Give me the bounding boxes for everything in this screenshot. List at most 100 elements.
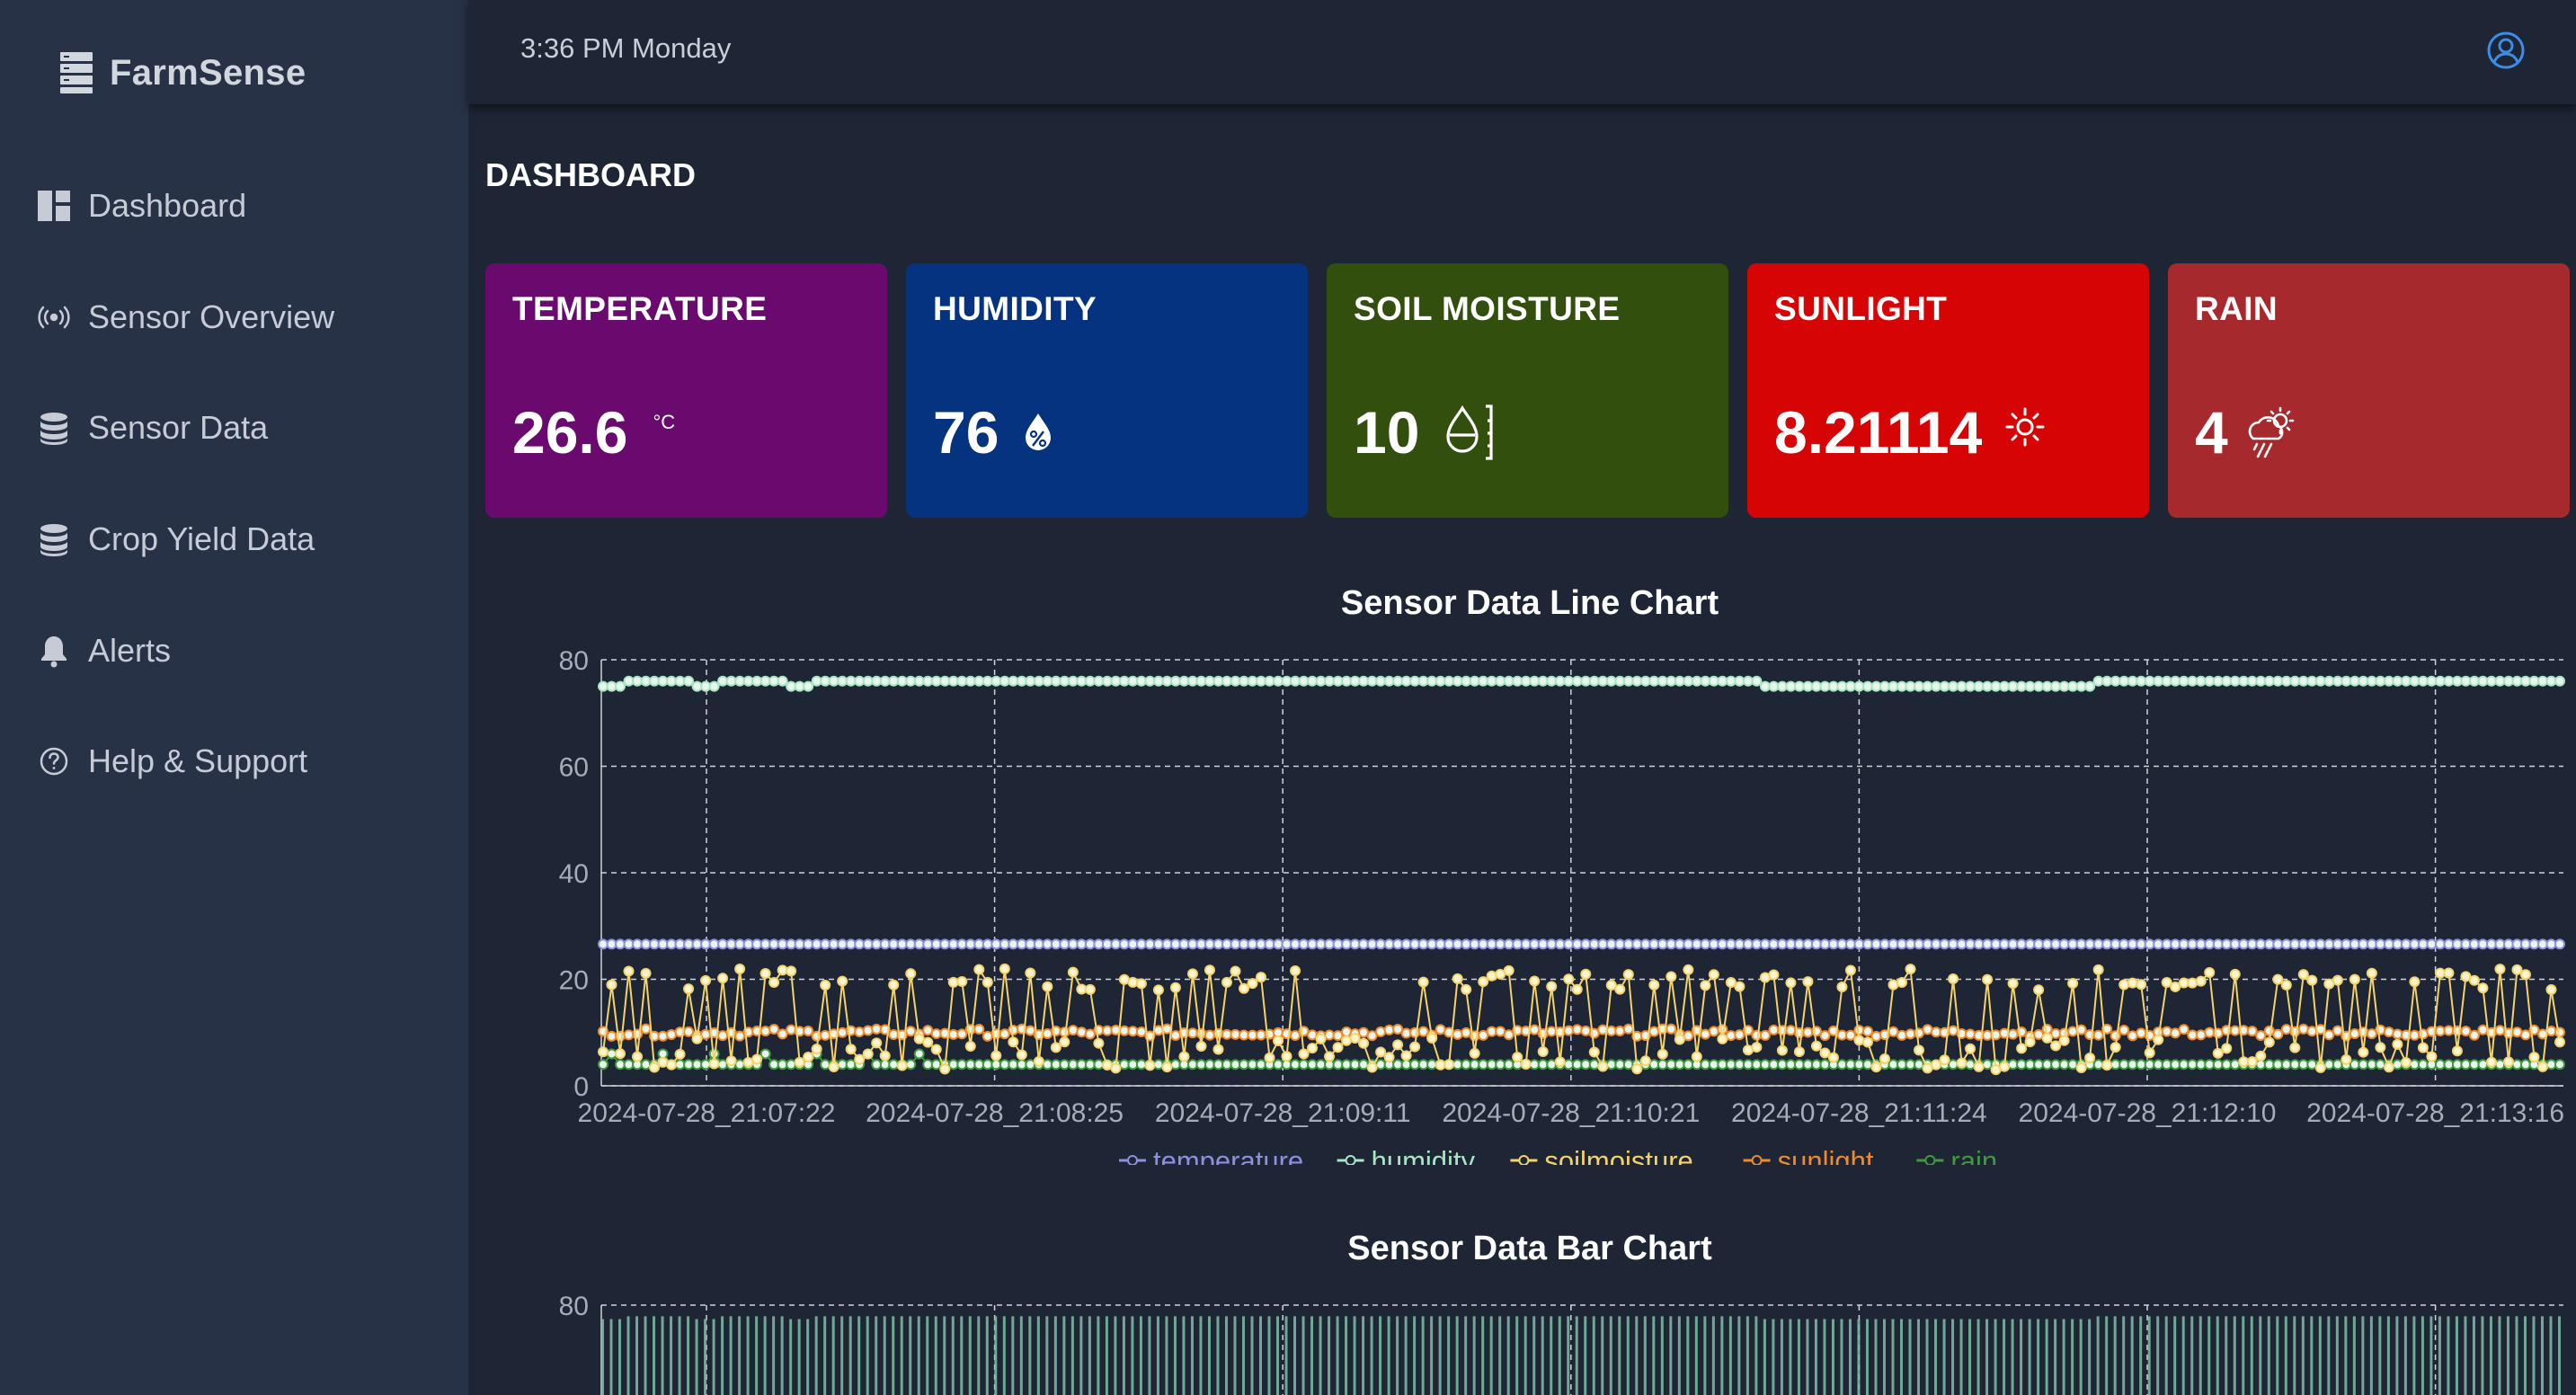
data-point [2314,1062,2326,1073]
data-point [1512,1059,1523,1071]
data-point [1127,1059,1139,1071]
data-point [2502,675,2514,687]
sidebar-item-alerts[interactable]: Alerts [34,624,448,678]
data-point [1409,1026,1421,1038]
data-point [2161,976,2172,988]
data-point [2255,938,2267,950]
data-point [1298,675,1310,687]
data-point [606,1048,617,1060]
data-point [1956,1059,1968,1071]
data-point [2084,1053,2096,1064]
data-point [999,1028,1010,1040]
data-point [1708,1026,1719,1037]
database-icon [34,520,74,559]
data-point [2323,1029,2335,1041]
data-point [2212,1047,2224,1059]
data-point [2383,1059,2394,1071]
bar [1584,1316,1587,1395]
data-point [1495,675,1506,687]
card-title: SUNLIGHT [1774,290,1948,327]
data-point [1939,1059,1950,1071]
data-point [1905,938,1916,950]
data-point [982,675,993,687]
sidebar-item-crop-yield-data[interactable]: Crop Yield Data [34,512,448,566]
bar [1070,1316,1074,1395]
data-point [649,1059,661,1071]
data-point [2494,938,2506,950]
data-point [2041,938,2053,950]
data-point [922,1025,934,1036]
data-point [751,1026,763,1037]
data-point [1264,675,1275,687]
data-point [691,680,703,692]
data-point [1221,675,1232,687]
data-point [1392,1059,1404,1071]
data-point [1366,675,1378,687]
data-point [598,1026,608,1037]
data-point [2084,938,2096,950]
data-point [1178,1051,1190,1062]
legend-label: sunlight [1778,1145,1874,1177]
data-point [1059,675,1070,687]
data-point [657,675,669,687]
data-point [786,680,797,692]
bar [2455,1316,2458,1395]
data-point [2101,1060,2113,1071]
data-point [2400,675,2412,687]
data-point [1734,938,1745,950]
data-point [1588,675,1600,687]
bar [1891,1319,1895,1395]
data-point [640,938,652,950]
x-tick-label: 2024-07-28_21:10:21 [1442,1098,1700,1128]
data-point [1896,680,1907,692]
data-point [1597,938,1609,950]
data-point [1734,1029,1745,1041]
bar [772,1316,776,1395]
data-point [2058,680,2070,692]
data-point [2554,675,2565,687]
data-point [1956,938,1968,950]
data-point [2272,675,2284,687]
data-point [1008,938,1019,950]
bar [1677,1316,1681,1395]
sidebar-item-sensor-data[interactable]: Sensor Data [34,401,448,455]
data-point [828,1028,839,1040]
bar [2242,1316,2245,1395]
data-point [2119,979,2130,991]
data-point [683,1059,695,1071]
data-point [1853,1025,1865,1036]
data-point [939,1059,951,1071]
data-point [2178,977,2190,989]
sidebar-item-label: Sensor Overview [88,298,335,335]
data-point [674,1048,686,1060]
bar [994,1316,998,1395]
data-point [1948,680,1959,692]
data-point [1264,1059,1275,1071]
brand[interactable]: FarmSense [59,50,306,95]
data-point [1793,1059,1805,1071]
data-point [1101,1059,1113,1071]
data-point [1810,938,1822,950]
data-point [1691,1059,1702,1071]
bar [1994,1319,1997,1395]
data-point [700,974,712,986]
bar [601,1319,604,1395]
bar [1336,1316,1339,1395]
data-point [1264,1028,1275,1040]
sidebar-item-sensor-overview[interactable]: Sensor Overview [34,290,448,344]
bar [1874,1319,1878,1395]
data-point [2280,938,2292,950]
data-point [939,1063,951,1075]
sidebar-item-dashboard[interactable]: Dashboard [34,179,448,233]
sidebar-item-help-support[interactable]: Help & Support [34,734,448,788]
data-point [2204,938,2216,950]
bar [1045,1316,1049,1395]
data-point [1204,964,1215,976]
data-point [1870,938,1882,950]
data-point [1366,1062,1378,1073]
data-point [2366,967,2377,979]
data-point [1648,979,1660,991]
data-point [1631,1059,1643,1071]
user-circle-icon[interactable] [2486,31,2526,70]
data-point [1819,680,1831,692]
